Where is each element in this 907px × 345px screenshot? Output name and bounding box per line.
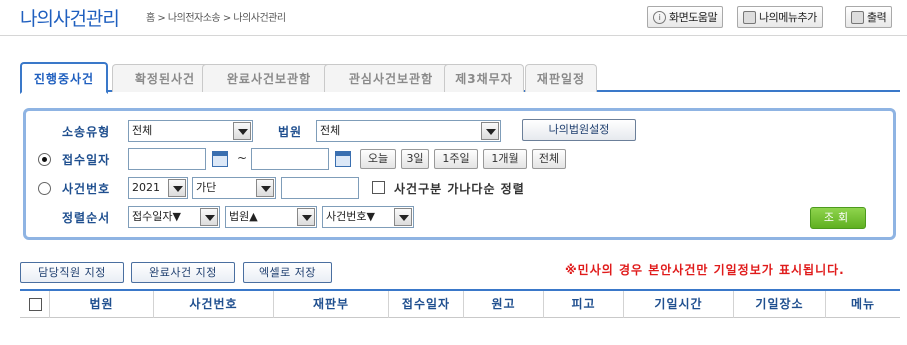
receipt-date-radio[interactable] (38, 153, 51, 166)
page-title: 나의사건관리 (20, 8, 120, 30)
case-code-value: 가단 (196, 181, 217, 194)
case-tabs: 진행중사건 확정된사건 완료사건보관함 관심사건보관함 제3채무자 재판일정 (20, 62, 900, 94)
date-separator: ~ (237, 151, 248, 165)
print-button-label: 출력 (867, 11, 887, 24)
case-number-label: 사건번호 (62, 182, 111, 196)
court-label: 법원 (278, 125, 303, 139)
complete-case-button[interactable]: 완료사건 지정 (131, 262, 235, 283)
my-court-settings-button[interactable]: 나의법원설정 (522, 119, 636, 141)
column-header-court: 법원 (50, 291, 154, 318)
sort-1-select[interactable]: 접수일자▼ (128, 206, 220, 228)
chevron-down-icon (481, 122, 499, 140)
column-header-plaintiff: 원고 (464, 291, 544, 318)
start-date-input[interactable] (128, 148, 206, 170)
chevron-down-icon (297, 208, 315, 226)
printer-icon (851, 10, 864, 24)
court-select[interactable]: 전체 (316, 120, 501, 142)
column-header-receipt-date: 접수일자 (389, 291, 464, 318)
column-header-menu: 메뉴 (850, 297, 876, 311)
case-type-value: 전체 (132, 124, 153, 137)
print-button[interactable]: 출력 (845, 6, 893, 28)
sort-3-value: 사건번호▼ (326, 210, 375, 223)
case-sort-checkbox[interactable] (372, 181, 385, 194)
case-type-select[interactable]: 전체 (128, 120, 253, 142)
add-menu-button-label: 나의메뉴추가 (759, 11, 817, 24)
chevron-down-icon (256, 179, 274, 197)
sort-2-select[interactable]: 법원▲ (225, 206, 317, 228)
search-panel: 소송유형 전체 법원 전체 나의법원설정 접수일자 ~ 오늘 3일 1주일 1개… (23, 108, 896, 240)
save-excel-button[interactable]: 엑셀로 저장 (243, 262, 332, 283)
tab-completed-archive[interactable]: 완료사건보관함 (202, 64, 336, 92)
add-menu-button[interactable]: 나의메뉴추가 (737, 6, 823, 28)
help-button[interactable]: i 화면도움말 (647, 6, 724, 28)
column-header-hearing-place: 기일장소 (734, 291, 826, 318)
chevron-down-icon (394, 208, 412, 226)
notice-text: ※민사의 경우 본안사건만 기일정보가 표시됩니다. (565, 263, 845, 277)
case-year-value: 2021 (132, 181, 160, 194)
period-all-button[interactable]: 전체 (532, 149, 566, 169)
column-header-defendant: 피고 (544, 291, 624, 318)
case-year-select[interactable]: 2021 (128, 177, 188, 199)
case-sort-label: 사건구분 가나다순 정렬 (394, 182, 525, 196)
tab-third-debtor[interactable]: 제3채무자 (444, 64, 524, 92)
case-type-label: 소송유형 (62, 125, 111, 139)
column-header-case-number: 사건번호 (154, 291, 274, 318)
tab-trial-schedule[interactable]: 재판일정 (525, 64, 597, 92)
tab-in-progress[interactable]: 진행중사건 (20, 62, 108, 94)
sort-2-value: 법원▲ (229, 210, 258, 223)
end-date-input[interactable] (251, 148, 329, 170)
breadcrumb: 홈 > 나의전자소송 > 나의사건관리 (146, 13, 286, 24)
chevron-down-icon (233, 122, 251, 140)
sort-3-select[interactable]: 사건번호▼ (322, 206, 414, 228)
tab-interest-archive[interactable]: 관심사건보관함 (324, 64, 458, 92)
chevron-down-icon (168, 179, 186, 197)
case-number-input[interactable] (281, 177, 359, 199)
case-code-select[interactable]: 가단 (192, 177, 276, 199)
period-3days-button[interactable]: 3일 (401, 149, 429, 169)
period-1month-button[interactable]: 1개월 (483, 149, 527, 169)
case-number-radio[interactable] (38, 182, 51, 195)
period-1week-button[interactable]: 1주일 (434, 149, 478, 169)
receipt-date-label: 접수일자 (62, 153, 111, 167)
sort-1-value: 접수일자▼ (132, 210, 181, 223)
case-table-header: 법원 사건번호 재판부 접수일자 원고 피고 기일시간 기일장소 메뉴 (20, 289, 900, 318)
period-today-button[interactable]: 오늘 (360, 149, 396, 169)
column-header-court-division: 재판부 (274, 291, 389, 318)
select-all-checkbox[interactable] (29, 298, 42, 311)
select-all-cell (20, 291, 50, 318)
page-header: 나의사건관리 홈 > 나의전자소송 > 나의사건관리 i 화면도움말 나의메뉴추… (0, 0, 907, 36)
court-value: 전체 (320, 124, 341, 137)
help-button-label: 화면도움말 (669, 11, 718, 24)
chevron-down-icon (200, 208, 218, 226)
calendar-icon[interactable] (212, 151, 228, 167)
bookmark-icon (743, 10, 756, 24)
assign-staff-button[interactable]: 담당직원 지정 (20, 262, 124, 283)
sort-order-label: 정렬순서 (62, 211, 111, 225)
calendar-icon[interactable] (335, 151, 351, 167)
search-button[interactable]: 조회 (810, 207, 866, 229)
column-header-hearing-time: 기일시간 (624, 291, 734, 318)
help-icon: i (653, 10, 666, 24)
